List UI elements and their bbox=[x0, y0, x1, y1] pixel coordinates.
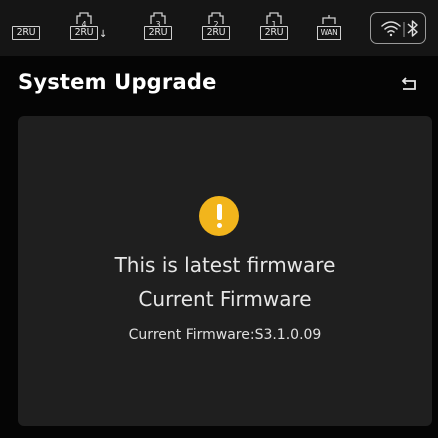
arrow-down-icon: ↓ bbox=[99, 29, 108, 40]
port-label: 2RU bbox=[12, 26, 40, 40]
warning-icon bbox=[199, 196, 239, 236]
header: System Upgrade bbox=[0, 56, 438, 112]
port-status-1: 1 2RU bbox=[258, 10, 290, 46]
wan-label: WAN bbox=[317, 26, 341, 40]
port-label: 2RU bbox=[202, 26, 230, 40]
port-status-wan: WAN bbox=[314, 10, 344, 46]
port-label: 2RU bbox=[144, 26, 172, 40]
bluetooth-icon bbox=[407, 20, 418, 37]
screen: 2RU 4 2RU ↓ 3 2RU 2 2RU 1 2RU WAN System… bbox=[0, 0, 438, 438]
port-label: 2RU bbox=[260, 26, 288, 40]
current-firmware-version: Current Firmware:S3.1.0.09 bbox=[128, 327, 322, 343]
port-status-4: 4 2RU ↓ bbox=[68, 10, 107, 46]
page-title: System Upgrade bbox=[18, 70, 217, 94]
firmware-message: This is latest firmware bbox=[114, 253, 336, 277]
port-status-3: 3 2RU bbox=[142, 10, 174, 46]
back-arrow-icon[interactable] bbox=[398, 74, 420, 96]
status-bar: 2RU 4 2RU ↓ 3 2RU 2 2RU 1 2RU WAN bbox=[0, 0, 438, 56]
firmware-subtitle: Current Firmware bbox=[138, 287, 312, 311]
wireless-status bbox=[370, 12, 426, 44]
wifi-icon bbox=[381, 21, 401, 37]
port-status-0: 2RU bbox=[10, 10, 42, 46]
port-status-2: 2 2RU bbox=[200, 10, 232, 46]
firmware-status-card: This is latest firmware Current Firmware… bbox=[18, 116, 432, 426]
port-label: 2RU bbox=[70, 26, 98, 40]
